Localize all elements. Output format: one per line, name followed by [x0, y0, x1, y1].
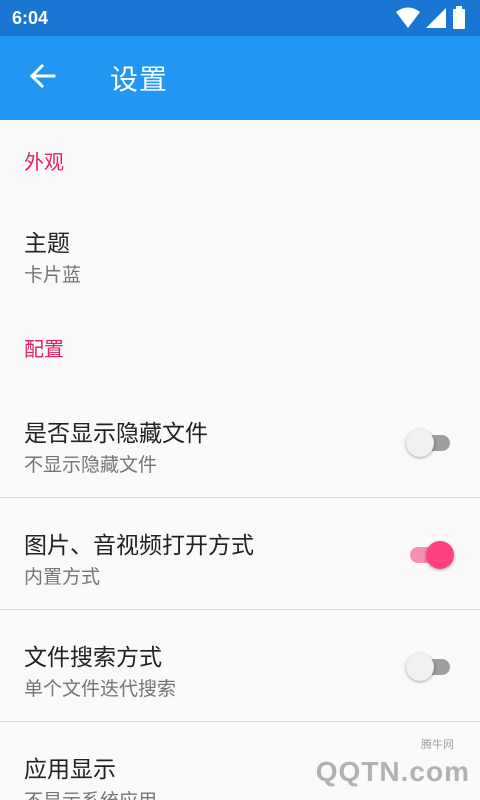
section-header-appearance: 外观: [24, 149, 64, 174]
status-bar: 6:04: [0, 0, 480, 36]
pref-summary: 单个文件迭代搜索: [24, 678, 177, 700]
pref-summary: 卡片蓝: [24, 264, 82, 286]
switch-thumb: [406, 429, 434, 457]
status-icons: [396, 6, 466, 34]
pref-title: 文件搜索方式: [24, 645, 162, 671]
pref-file-search-mode[interactable]: 文件搜索方式 单个文件迭代搜索: [0, 610, 480, 722]
pref-title: 是否显示隐藏文件: [24, 421, 208, 447]
pref-app-display[interactable]: 应用显示 不显示系统应用: [0, 722, 480, 800]
open-media-mode-switch[interactable]: [406, 540, 454, 569]
section-header-config: 配置: [24, 336, 64, 361]
pref-title: 应用显示: [24, 757, 116, 783]
show-hidden-files-switch[interactable]: [406, 428, 450, 457]
app-bar: 设置: [0, 36, 480, 120]
back-button[interactable]: [0, 36, 84, 120]
status-time: 6:04: [12, 7, 49, 28]
switch-thumb: [426, 541, 454, 569]
battery-icon: [452, 6, 466, 34]
pref-title: 主题: [24, 231, 70, 257]
pref-summary: 不显示系统应用: [24, 786, 157, 800]
page-title: 设置: [110, 63, 169, 96]
pref-theme[interactable]: 主题 卡片蓝: [0, 200, 480, 308]
switch-thumb: [406, 653, 434, 681]
wifi-icon: [396, 7, 420, 33]
settings-list[interactable]: 外观 主题 卡片蓝 配置 是否显示隐藏文件 不显示隐藏文件 图片、音视频打开方式…: [0, 120, 480, 800]
pref-summary: 内置方式: [24, 566, 101, 588]
pref-summary: 不显示隐藏文件: [24, 454, 158, 476]
pref-title: 图片、音视频打开方式: [24, 533, 254, 559]
pref-show-hidden-files[interactable]: 是否显示隐藏文件 不显示隐藏文件: [0, 386, 480, 498]
file-search-mode-switch[interactable]: [406, 652, 450, 681]
cell-signal-icon: [426, 7, 446, 33]
arrow-back-icon: [28, 62, 56, 94]
pref-open-media-mode[interactable]: 图片、音视频打开方式 内置方式: [0, 498, 480, 610]
